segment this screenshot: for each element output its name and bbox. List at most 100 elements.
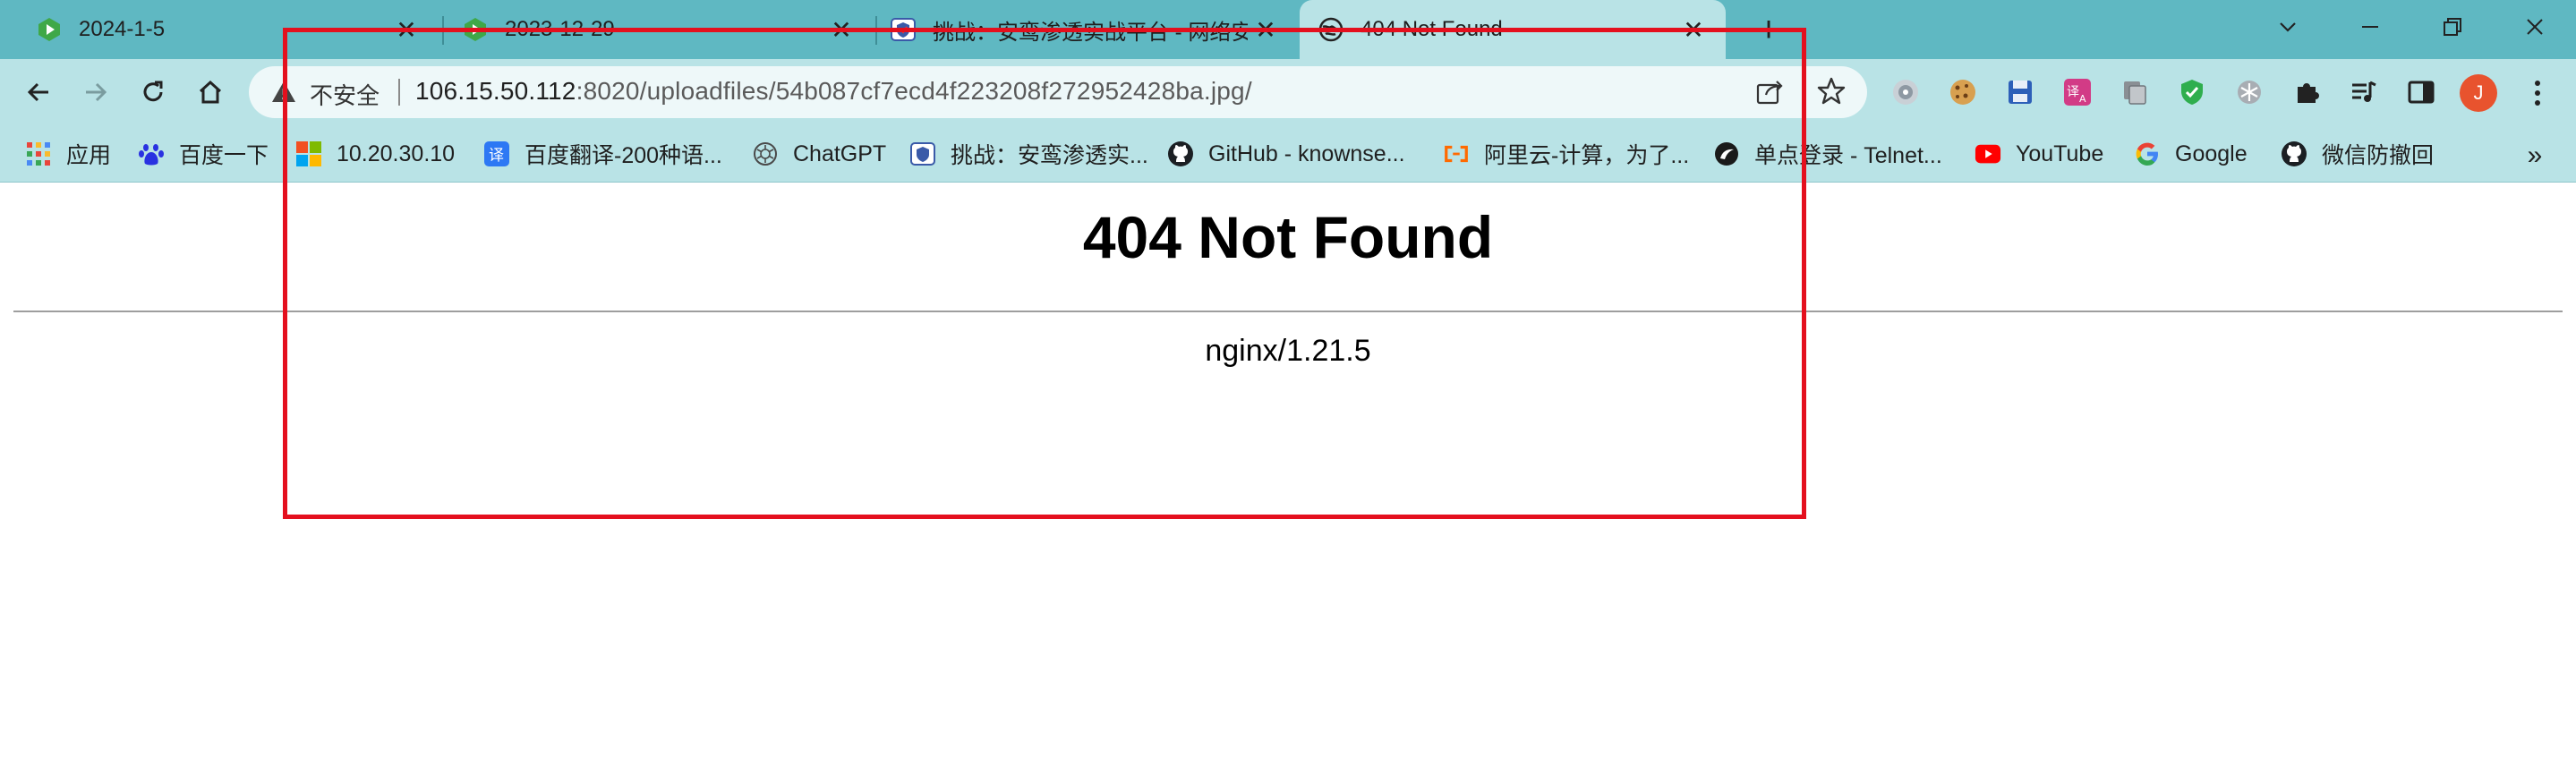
globe-ext-icon[interactable] bbox=[1889, 75, 1923, 109]
url-host: 106.15.50.112 bbox=[415, 77, 576, 105]
back-button[interactable] bbox=[16, 70, 61, 115]
shield-crest-icon bbox=[890, 16, 917, 43]
puzzle-icon[interactable] bbox=[2290, 75, 2324, 109]
bookmark-label: GitHub - knownse... bbox=[1208, 140, 1405, 166]
tab-title: 404 Not Found bbox=[1361, 17, 1503, 41]
home-button[interactable] bbox=[188, 70, 233, 115]
copy-icon[interactable] bbox=[2118, 75, 2152, 109]
google-icon bbox=[2134, 140, 2161, 167]
bookmark-label: YouTube bbox=[2016, 140, 2104, 166]
server-signature: nginx/1.21.5 bbox=[1205, 334, 1371, 368]
address-bar[interactable]: 不安全 106.15.50.112:8020/uploadfiles/54b08… bbox=[249, 66, 1867, 118]
tab-anluan-challenge[interactable]: 挑战：安鸾渗透实战平台 - 网络安 ✕ bbox=[877, 0, 1298, 59]
reload-icon bbox=[143, 81, 163, 102]
snowflake-icon[interactable] bbox=[2232, 75, 2266, 109]
svg-text:译: 译 bbox=[489, 147, 504, 165]
restore-icon bbox=[2444, 18, 2461, 36]
chevron-down-icon bbox=[2280, 22, 2296, 32]
sidepanel-icon[interactable] bbox=[2404, 75, 2438, 109]
green-play-icon bbox=[462, 16, 489, 43]
bookmark-github-knownsec[interactable]: GitHub - knownse... bbox=[1167, 136, 1405, 172]
home-icon bbox=[199, 80, 222, 104]
bookmark-label: 挑战：安鸾渗透实... bbox=[951, 143, 1148, 168]
youtube-icon bbox=[1975, 140, 2001, 167]
reload-button[interactable] bbox=[131, 70, 175, 115]
address-divider bbox=[398, 79, 400, 106]
restore-button[interactable] bbox=[2411, 0, 2494, 54]
bookmark-label: 阿里云-计算，为了... bbox=[1484, 143, 1690, 168]
bookmarks-bar: 应用 百度一下 10.20.30.10 译 百度翻译-200种语... Chat… bbox=[0, 125, 2576, 183]
cookie-icon[interactable] bbox=[1946, 75, 1980, 109]
svg-text:译: 译 bbox=[2067, 85, 2079, 99]
bookmarks-overflow-button[interactable]: » bbox=[2517, 138, 2553, 174]
minimize-icon bbox=[2362, 26, 2378, 28]
minimize-button[interactable] bbox=[2329, 0, 2411, 54]
tab-close-button[interactable]: ✕ bbox=[1248, 12, 1284, 47]
bookmark-label: 百度翻译-200种语... bbox=[525, 143, 722, 168]
telnet-icon bbox=[1713, 140, 1740, 167]
apps-grid-icon bbox=[25, 140, 52, 167]
baidu-translate-icon: 译 bbox=[483, 140, 510, 167]
tab-title: 挑战：安鸾渗透实战平台 - 网络安 bbox=[933, 20, 1248, 45]
tab-2023-12-29[interactable]: 2023-12-29 ✕ bbox=[444, 0, 874, 59]
aliyun-icon bbox=[1443, 140, 1470, 167]
tab-close-button[interactable]: ✕ bbox=[1676, 12, 1711, 47]
share-icon[interactable] bbox=[1754, 77, 1785, 107]
bookmark-label: Google bbox=[2175, 140, 2248, 166]
bookmark-10-20-30-10[interactable]: 10.20.30.10 bbox=[295, 136, 455, 172]
media-queue-icon[interactable] bbox=[2347, 75, 2381, 109]
tab-2024-1-5[interactable]: 2024-1-5 ✕ bbox=[0, 0, 439, 59]
bookmark-label: 单点登录 - Telnet... bbox=[1754, 143, 1942, 168]
warning-triangle-icon[interactable] bbox=[270, 79, 297, 106]
page-content: 404 Not Found nginx/1.21.5 bbox=[0, 183, 2576, 766]
browser-menu-button[interactable] bbox=[2520, 74, 2555, 112]
tab-title: 2024-1-5 bbox=[79, 17, 166, 41]
tab-title: 2023-12-29 bbox=[505, 17, 615, 41]
save-icon[interactable] bbox=[2003, 75, 2037, 109]
security-status-label[interactable]: 不安全 bbox=[310, 78, 380, 111]
svg-text:A: A bbox=[2079, 93, 2086, 105]
url-path: :8020/uploadfiles/54b087cf7ecd4f223208f2… bbox=[576, 77, 1252, 105]
forward-button[interactable] bbox=[73, 70, 118, 115]
bookmark-label: 应用 bbox=[66, 143, 112, 168]
tab-strip: 2024-1-5 ✕ 2023-12-29 ✕ 挑战：安鸾渗透实战平台 - 网络… bbox=[0, 0, 2576, 59]
divider bbox=[13, 311, 2563, 312]
tab-close-button[interactable]: ✕ bbox=[823, 12, 859, 47]
url-text[interactable]: 106.15.50.112:8020/uploadfiles/54b087cf7… bbox=[415, 77, 1252, 106]
shield-check-icon[interactable] bbox=[2175, 75, 2209, 109]
bookmark-star-icon[interactable] bbox=[1815, 75, 1847, 107]
bookmark-youtube[interactable]: YouTube bbox=[1975, 136, 2103, 172]
globe-icon bbox=[1318, 16, 1344, 43]
green-play-icon bbox=[36, 16, 63, 43]
baidu-paw-icon bbox=[138, 140, 165, 167]
github-icon bbox=[1167, 140, 1194, 167]
github-icon bbox=[2281, 140, 2307, 167]
bookmark-baidu-translate[interactable]: 译 百度翻译-200种语... bbox=[483, 136, 722, 172]
translate-icon[interactable]: 译A bbox=[2060, 75, 2094, 109]
bookmark-baidu[interactable]: 百度一下 bbox=[138, 136, 269, 172]
shield-crest-icon bbox=[909, 140, 936, 167]
bookmark-label: 微信防撤回 bbox=[2322, 143, 2435, 168]
bookmark-wechat-anti-recall[interactable]: 微信防撤回 bbox=[2281, 136, 2434, 172]
bookmark-label: 10.20.30.10 bbox=[337, 140, 456, 166]
close-icon bbox=[2527, 19, 2543, 35]
arrow-right-icon bbox=[86, 82, 107, 102]
close-window-button[interactable] bbox=[2494, 0, 2576, 54]
new-tab-button[interactable]: + bbox=[1748, 9, 1789, 50]
bookmark-label: ChatGPT bbox=[793, 140, 887, 166]
tab-close-button[interactable]: ✕ bbox=[388, 12, 424, 47]
profile-avatar[interactable]: J bbox=[2460, 74, 2497, 112]
bookmark-label: 百度一下 bbox=[179, 143, 269, 168]
bookmark-anluan[interactable]: 挑战：安鸾渗透实... bbox=[909, 136, 1148, 172]
kebab-menu-icon bbox=[2535, 81, 2540, 106]
bookmark-chatgpt[interactable]: ChatGPT bbox=[752, 136, 886, 172]
bookmark-telnet-sso[interactable]: 单点登录 - Telnet... bbox=[1713, 136, 1942, 172]
windows-logo-icon bbox=[295, 140, 322, 167]
arrow-left-icon bbox=[27, 82, 48, 102]
tab-404-not-found[interactable]: 404 Not Found ✕ bbox=[1300, 0, 1726, 59]
bookmark-google[interactable]: Google bbox=[2134, 136, 2248, 172]
browser-toolbar: 不安全 106.15.50.112:8020/uploadfiles/54b08… bbox=[0, 59, 2576, 125]
bookmark-apps[interactable]: 应用 bbox=[25, 136, 111, 172]
bookmark-aliyun[interactable]: 阿里云-计算，为了... bbox=[1443, 136, 1689, 172]
tab-search-button[interactable] bbox=[2247, 0, 2329, 54]
